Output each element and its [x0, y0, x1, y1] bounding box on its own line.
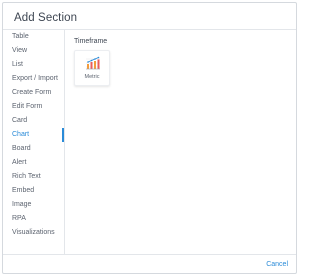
sidebar-item-chart[interactable]: Chart [12, 131, 29, 138]
sidebar-item-card[interactable]: Card [12, 117, 27, 124]
sidebar-item-export-import[interactable]: Export / Import [12, 75, 58, 82]
sidebar-item-rich-text[interactable]: Rich Text [12, 173, 41, 180]
sidebar-item-list[interactable]: List [12, 61, 23, 68]
footer-divider [3, 254, 296, 255]
sidebar-item-image[interactable]: Image [12, 201, 31, 208]
sidebar-item-create-form[interactable]: Create Form [12, 89, 51, 96]
sidebar-item-edit-form[interactable]: Edit Form [12, 103, 42, 110]
section-group-title: Timeframe [74, 38, 108, 45]
metric-card[interactable]: Metric [74, 50, 110, 86]
sidebar-item-alert[interactable]: Alert [12, 159, 26, 166]
sidebar-item-table[interactable]: Table [12, 33, 29, 40]
dialog-title: Add Section [14, 12, 78, 24]
sidebar-item-view[interactable]: View [12, 47, 27, 54]
cancel-button[interactable]: Cancel [266, 261, 288, 268]
sidebar-item-visualizations[interactable]: Visualizations [12, 229, 55, 236]
active-item-indicator [62, 128, 64, 142]
metric-card-label: Metric [84, 74, 100, 80]
sidebar-item-embed[interactable]: Embed [12, 187, 34, 194]
sidebar-item-rpa[interactable]: RPA [12, 215, 26, 222]
metric-chart-icon [86, 56, 100, 70]
add-section-dialog: Add Section Table View List Export / Imp… [2, 2, 297, 274]
section-type-sidebar: Table View List Export / Import Create F… [3, 30, 65, 254]
sidebar-item-board[interactable]: Board [12, 145, 31, 152]
